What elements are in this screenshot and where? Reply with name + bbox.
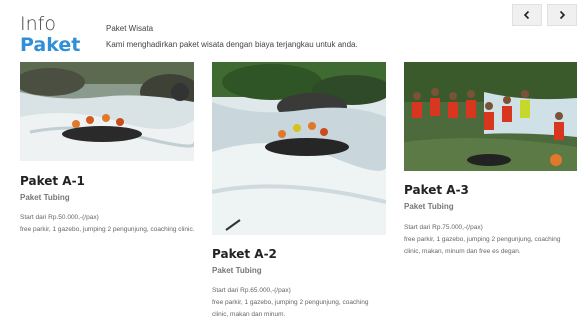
- section-description: Kami menghadirkan paket wisata dengan bi…: [106, 40, 358, 49]
- package-type: Paket Tubing: [20, 193, 70, 202]
- package-price: Start dari Rp.75.000,-(/pax): [404, 224, 483, 231]
- package-facilities: free parkir, 1 gazebo, jumping 2 pengunj…: [20, 226, 195, 233]
- carousel-next-button[interactable]: [547, 4, 577, 26]
- package-facilities: free parkir, 1 gazebo, jumping 2 pengunj…: [212, 299, 369, 318]
- package-photo[interactable]: [212, 62, 386, 235]
- package-name: Paket A-2: [212, 247, 277, 261]
- package-price: Start dari Rp.50.000,-(/pax): [20, 214, 99, 221]
- chevron-left-icon: [523, 10, 530, 20]
- package-price: Start dari Rp.65.000,-(/pax): [212, 287, 291, 294]
- package-photo[interactable]: [404, 62, 577, 171]
- package-facilities: free parkir, 1 gazebo, jumping 2 pengunj…: [404, 236, 561, 255]
- section-label: Paket Wisata: [106, 24, 154, 33]
- carousel-prev-button[interactable]: [512, 4, 542, 26]
- page-title-paket: Paket: [20, 34, 81, 56]
- package-name: Paket A-1: [20, 174, 85, 188]
- package-name: Paket A-3: [404, 183, 469, 197]
- chevron-right-icon: [559, 10, 566, 20]
- package-type: Paket Tubing: [404, 202, 454, 211]
- package-type: Paket Tubing: [212, 266, 262, 275]
- page-title-info: Info: [20, 13, 56, 35]
- package-photo[interactable]: [20, 62, 194, 161]
